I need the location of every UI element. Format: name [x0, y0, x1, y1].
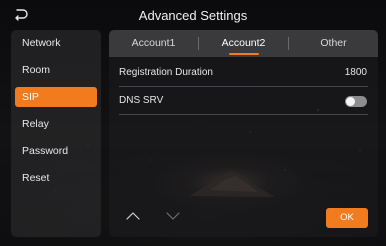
ok-button[interactable]: OK — [326, 208, 368, 228]
registration-duration-value[interactable]: 1800 — [345, 59, 367, 87]
dns-srv-label: DNS SRV — [119, 95, 164, 106]
sidebar-item-relay[interactable]: Relay — [15, 114, 97, 134]
sidebar: Network Room SIP Relay Password Reset — [11, 30, 101, 237]
account-tabs: Account1 Account2 Other — [109, 30, 378, 57]
top-bar: Advanced Settings — [0, 0, 386, 30]
tab-other[interactable]: Other — [289, 30, 378, 57]
tab-account2[interactable]: Account2 — [199, 30, 288, 57]
sidebar-item-network[interactable]: Network — [15, 33, 97, 53]
chevron-up-icon[interactable] — [126, 211, 140, 221]
dns-srv-row: DNS SRV — [119, 87, 368, 115]
sidebar-item-room[interactable]: Room — [15, 60, 97, 80]
registration-duration-row[interactable]: Registration Duration 1800 — [119, 59, 368, 87]
page-title: Advanced Settings — [138, 8, 248, 23]
chevron-down-icon[interactable] — [166, 211, 180, 221]
sidebar-item-reset[interactable]: Reset — [15, 168, 97, 188]
sidebar-item-sip[interactable]: SIP — [15, 87, 97, 107]
registration-duration-label: Registration Duration — [119, 67, 213, 78]
toggle-knob — [346, 97, 355, 106]
sidebar-item-password[interactable]: Password — [15, 141, 97, 161]
dns-srv-toggle[interactable] — [345, 96, 367, 107]
settings-panel: Account1 Account2 Other Registration Dur… — [109, 30, 378, 237]
tab-account1[interactable]: Account1 — [109, 30, 198, 57]
